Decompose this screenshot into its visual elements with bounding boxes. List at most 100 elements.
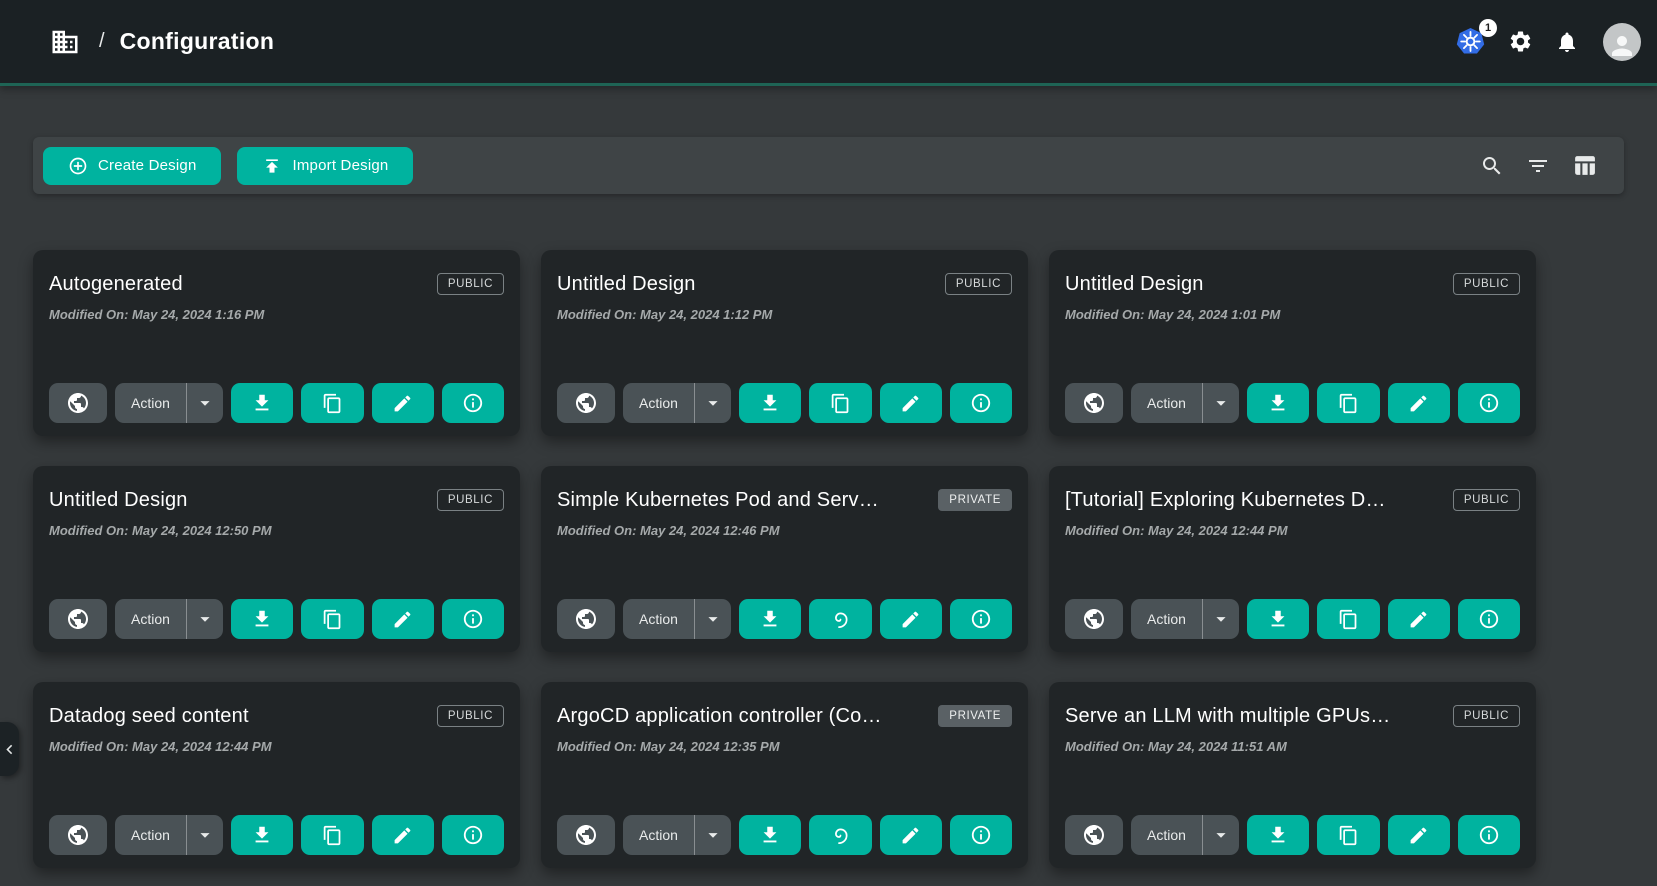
- edit-design-button[interactable]: [1388, 599, 1450, 639]
- download-design-button[interactable]: [739, 383, 801, 423]
- main-content: Create Design Import Design Autogenerate…: [0, 137, 1657, 868]
- action-button[interactable]: Action: [115, 815, 186, 855]
- pencil-icon: [1408, 609, 1429, 630]
- design-card: Datadog seed content PUBLIC Modified On:…: [33, 682, 520, 868]
- action-dropdown-button[interactable]: [1202, 815, 1239, 855]
- download-design-button[interactable]: [1247, 815, 1309, 855]
- card-header: Untitled Design PUBLIC: [557, 266, 1012, 296]
- action-dropdown-button[interactable]: [1202, 383, 1239, 423]
- globe-icon: [66, 823, 90, 847]
- edit-design-button[interactable]: [372, 815, 434, 855]
- info-design-button[interactable]: [950, 815, 1012, 855]
- card-actions: Action: [1065, 383, 1520, 423]
- search-icon: [1480, 154, 1504, 178]
- download-design-button[interactable]: [1247, 383, 1309, 423]
- user-avatar[interactable]: [1603, 23, 1641, 61]
- clone-design-button[interactable]: [301, 815, 363, 855]
- download-design-button[interactable]: [231, 815, 293, 855]
- info-icon: [462, 392, 484, 414]
- download-icon: [251, 608, 273, 630]
- action-button[interactable]: Action: [1131, 383, 1202, 423]
- download-design-button[interactable]: [739, 599, 801, 639]
- action-button[interactable]: Action: [1131, 815, 1202, 855]
- info-design-button[interactable]: [950, 599, 1012, 639]
- info-design-button[interactable]: [1458, 383, 1520, 423]
- create-design-label: Create Design: [98, 157, 196, 174]
- visibility-globe-button[interactable]: [557, 383, 615, 423]
- kanvas-button[interactable]: [809, 815, 871, 855]
- action-dropdown-button[interactable]: [1202, 599, 1239, 639]
- edit-design-button[interactable]: [880, 599, 942, 639]
- design-title: [Tutorial] Exploring Kubernetes D…: [1065, 482, 1386, 512]
- action-button[interactable]: Action: [623, 599, 694, 639]
- action-button[interactable]: Action: [115, 599, 186, 639]
- edit-design-button[interactable]: [880, 815, 942, 855]
- notifications-button[interactable]: [1551, 26, 1583, 58]
- action-button[interactable]: Action: [623, 815, 694, 855]
- download-icon: [1267, 392, 1289, 414]
- card-actions: Action: [49, 599, 504, 639]
- edit-design-button[interactable]: [372, 599, 434, 639]
- action-button[interactable]: Action: [1131, 599, 1202, 639]
- edit-design-button[interactable]: [1388, 383, 1450, 423]
- action-dropdown-button[interactable]: [186, 599, 223, 639]
- collapse-drawer-button[interactable]: [0, 722, 19, 776]
- visibility-globe-button[interactable]: [1065, 815, 1123, 855]
- edit-design-button[interactable]: [372, 383, 434, 423]
- clone-design-button[interactable]: [301, 599, 363, 639]
- info-design-button[interactable]: [442, 599, 504, 639]
- action-dropdown-button[interactable]: [186, 815, 223, 855]
- visibility-badge: PUBLIC: [945, 273, 1012, 295]
- clone-design-button[interactable]: [809, 383, 871, 423]
- create-design-button[interactable]: Create Design: [43, 147, 221, 185]
- download-icon: [251, 392, 273, 414]
- action-button-label: Action: [131, 827, 170, 843]
- visibility-globe-button[interactable]: [557, 599, 615, 639]
- visibility-globe-button[interactable]: [557, 815, 615, 855]
- download-design-button[interactable]: [231, 599, 293, 639]
- download-design-button[interactable]: [231, 383, 293, 423]
- info-design-button[interactable]: [1458, 599, 1520, 639]
- pencil-icon: [1408, 825, 1429, 846]
- kanvas-button[interactable]: [809, 599, 871, 639]
- edit-design-button[interactable]: [880, 383, 942, 423]
- import-design-button[interactable]: Import Design: [237, 147, 413, 185]
- caret-down-icon: [194, 824, 216, 846]
- kubernetes-context-button[interactable]: 1: [1451, 22, 1490, 61]
- table-view-button[interactable]: [1568, 150, 1600, 182]
- info-icon: [462, 824, 484, 846]
- settings-button[interactable]: [1504, 25, 1537, 58]
- clone-design-button[interactable]: [1317, 599, 1379, 639]
- info-design-button[interactable]: [1458, 815, 1520, 855]
- info-design-button[interactable]: [950, 383, 1012, 423]
- modified-on: Modified On: May 24, 2024 12:44 PM: [1065, 523, 1520, 538]
- info-design-button[interactable]: [442, 383, 504, 423]
- visibility-globe-button[interactable]: [49, 383, 107, 423]
- action-dropdown-button[interactable]: [694, 383, 731, 423]
- modified-on: Modified On: May 24, 2024 1:16 PM: [49, 307, 504, 322]
- edit-design-button[interactable]: [1388, 815, 1450, 855]
- action-dropdown-button[interactable]: [694, 815, 731, 855]
- kanvas-spiral-icon: [829, 824, 852, 847]
- clone-design-button[interactable]: [1317, 815, 1379, 855]
- visibility-globe-button[interactable]: [49, 599, 107, 639]
- globe-icon: [1082, 607, 1106, 631]
- clone-design-button[interactable]: [1317, 383, 1379, 423]
- card-header: Autogenerated PUBLIC: [49, 266, 504, 296]
- download-design-button[interactable]: [739, 815, 801, 855]
- info-design-button[interactable]: [442, 815, 504, 855]
- action-dropdown-button[interactable]: [186, 383, 223, 423]
- visibility-globe-button[interactable]: [49, 815, 107, 855]
- action-dropdown-button[interactable]: [694, 599, 731, 639]
- organization-building-icon[interactable]: [46, 23, 84, 61]
- search-button[interactable]: [1476, 150, 1508, 182]
- clone-design-button[interactable]: [301, 383, 363, 423]
- download-design-button[interactable]: [1247, 599, 1309, 639]
- visibility-badge: PRIVATE: [938, 489, 1012, 511]
- action-split-button: Action: [623, 599, 731, 639]
- action-button[interactable]: Action: [623, 383, 694, 423]
- visibility-globe-button[interactable]: [1065, 599, 1123, 639]
- filter-button[interactable]: [1522, 150, 1554, 182]
- visibility-globe-button[interactable]: [1065, 383, 1123, 423]
- action-button[interactable]: Action: [115, 383, 186, 423]
